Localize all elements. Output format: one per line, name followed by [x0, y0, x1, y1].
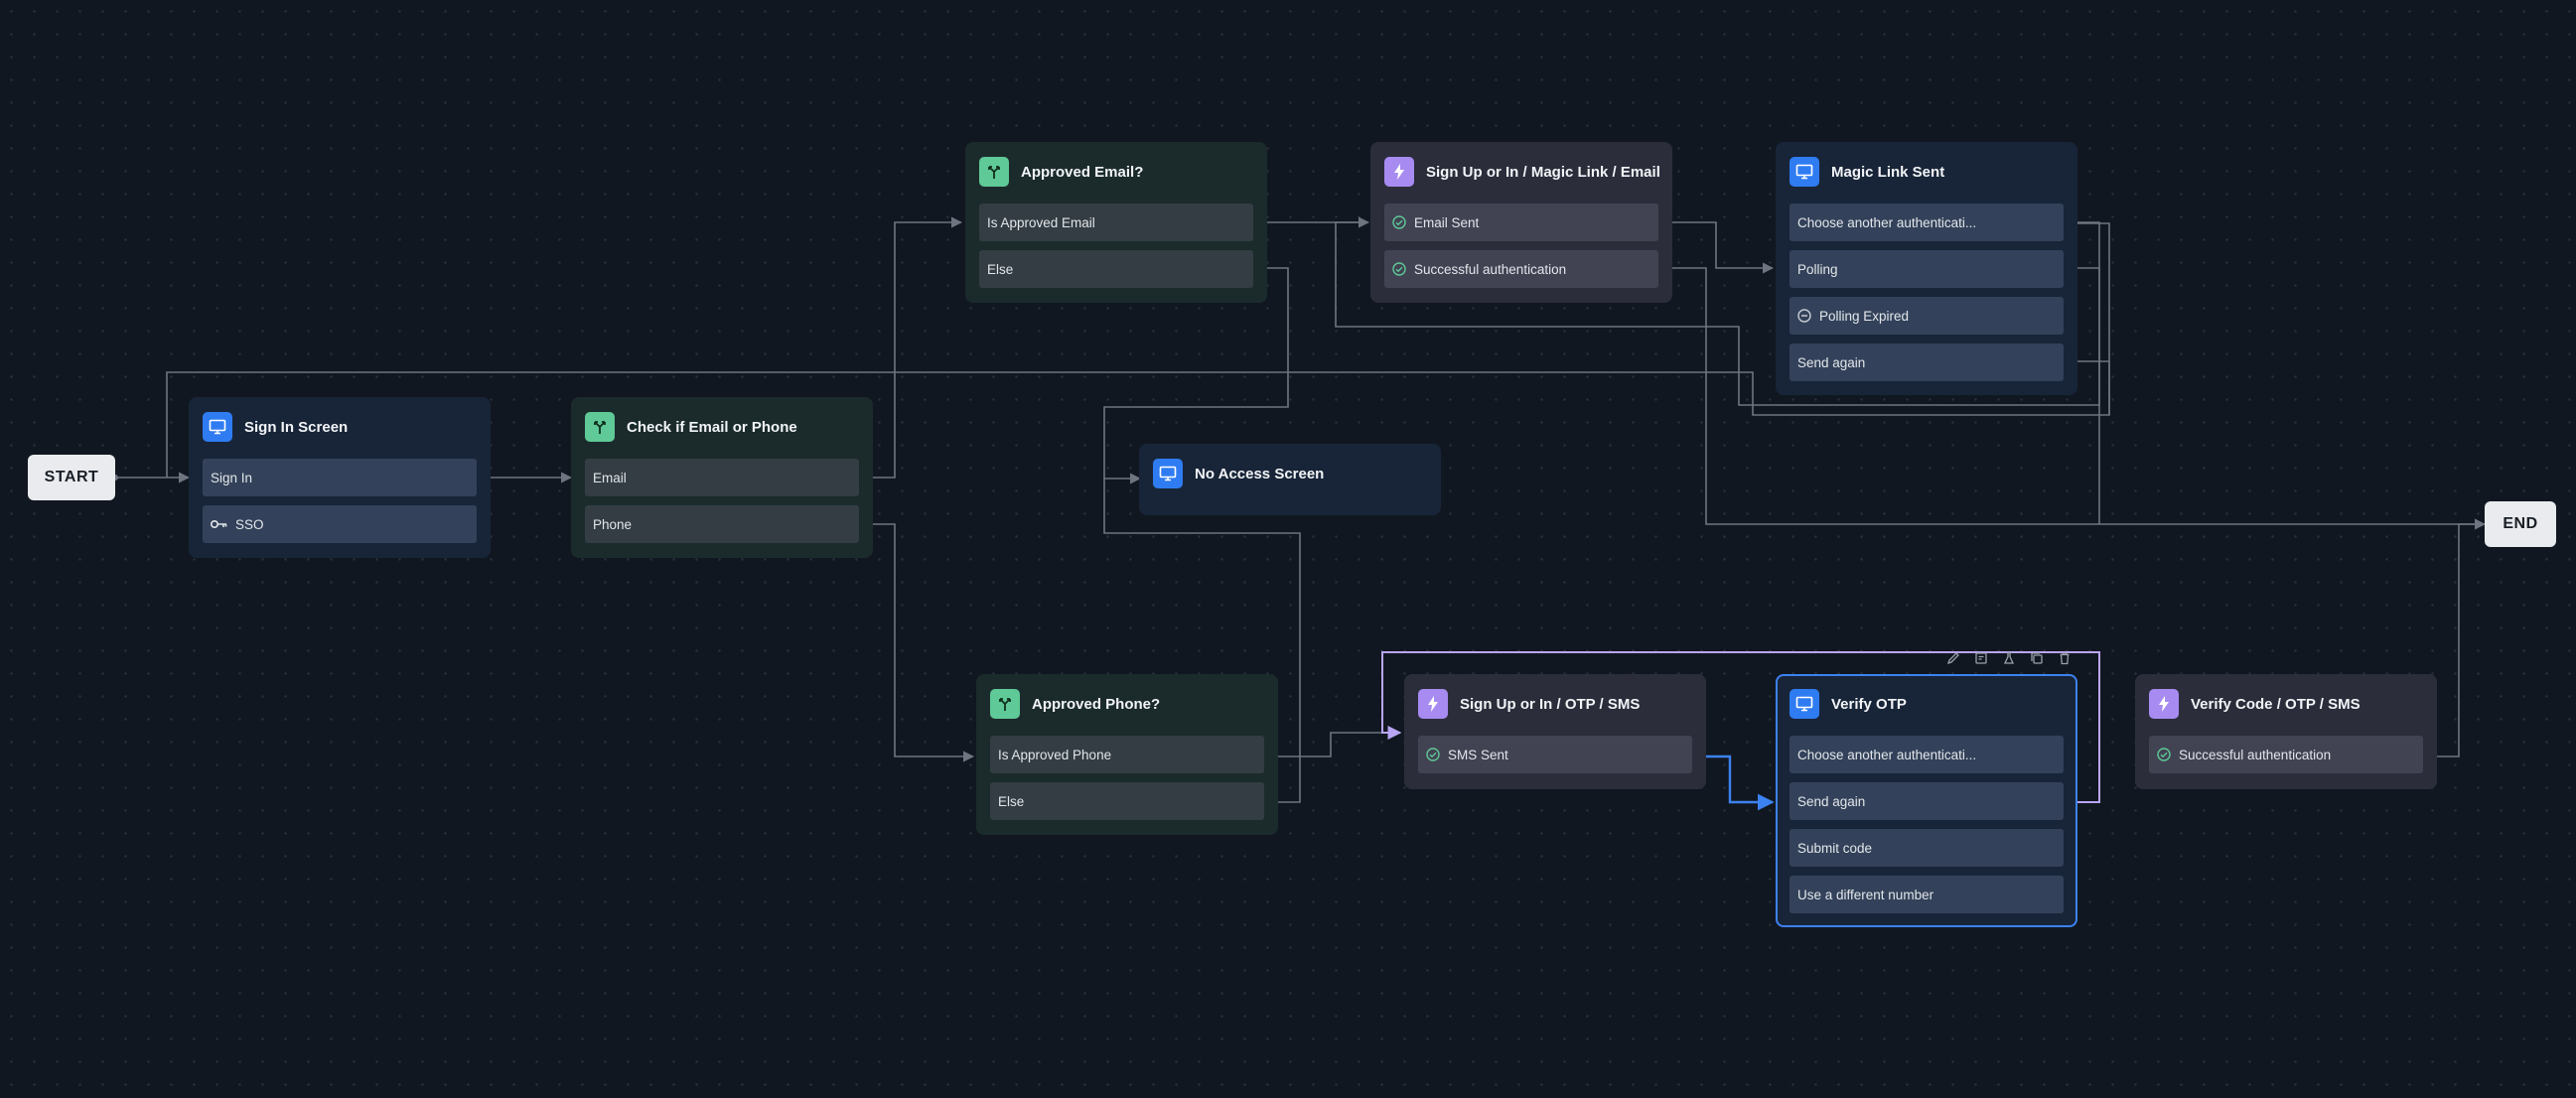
start-node[interactable]: START: [28, 455, 115, 500]
row-label: Else: [998, 793, 1025, 809]
output-sso[interactable]: SSO: [203, 505, 477, 543]
approved-email-node[interactable]: Approved Email? Is Approved Email Else: [965, 142, 1267, 303]
row-label: Successful authentication: [1414, 261, 1567, 277]
minus-circle-icon: [1797, 309, 1811, 323]
note-icon[interactable]: [1972, 649, 1990, 667]
node-title: Check if Email or Phone: [627, 418, 797, 436]
row-label: Email Sent: [1414, 214, 1480, 230]
row-label: Else: [987, 261, 1014, 277]
edge-email-approved: [859, 216, 963, 479]
node-title: Approved Email?: [1021, 163, 1144, 181]
screen-icon: [1789, 157, 1819, 187]
screen-icon: [1153, 459, 1183, 488]
magic-link-flow-node[interactable]: Sign Up or In / Magic Link / Email Email…: [1370, 142, 1672, 303]
check-circle-icon: [1426, 748, 1440, 761]
row-label: Send again: [1797, 793, 1866, 809]
output-polling-expired[interactable]: Polling Expired: [1789, 297, 2064, 335]
trash-icon[interactable]: [2056, 649, 2074, 667]
pencil-icon[interactable]: [1944, 649, 1962, 667]
edge-emailsent-magic: [1658, 221, 1775, 274]
verify-otp-node[interactable]: Verify OTP Choose another authenticati..…: [1776, 674, 2077, 927]
otp-sms-flow-node[interactable]: Sign Up or In / OTP / SMS SMS Sent: [1404, 674, 1706, 789]
row-label: Choose another authenticati...: [1797, 214, 1977, 230]
verify-code-flow-node[interactable]: Verify Code / OTP / SMS Successful authe…: [2135, 674, 2437, 789]
output-phone[interactable]: Phone: [585, 505, 859, 543]
row-label: Phone: [593, 516, 633, 532]
output-send-again[interactable]: Send again: [1789, 782, 2064, 820]
row-label: Submit code: [1797, 840, 1873, 856]
lightning-icon: [2149, 689, 2179, 719]
key-icon: [211, 519, 227, 529]
output-polling[interactable]: Polling: [1789, 250, 2064, 288]
magic-link-sent-node[interactable]: Magic Link Sent Choose another authentic…: [1776, 142, 2077, 395]
row-label: Sign In: [211, 470, 253, 485]
output-send-again[interactable]: Send again: [1789, 343, 2064, 381]
flask-icon[interactable]: [2000, 649, 2018, 667]
lightning-icon: [1384, 157, 1414, 187]
row-label: Send again: [1797, 354, 1866, 370]
output-sms-sent[interactable]: SMS Sent: [1418, 736, 1692, 773]
output-sign-in[interactable]: Sign In: [203, 459, 477, 496]
row-label: SSO: [235, 516, 264, 532]
row-label: Is Approved Email: [987, 214, 1095, 230]
row-label: Polling Expired: [1819, 308, 1910, 324]
approved-phone-node[interactable]: Approved Phone? Is Approved Phone Else: [976, 674, 1278, 835]
row-label: Successful authentication: [2179, 747, 2332, 762]
node-title: Sign Up or In / OTP / SMS: [1460, 695, 1641, 713]
node-title: Magic Link Sent: [1831, 163, 1945, 181]
output-choose-another-auth[interactable]: Choose another authenticati...: [1789, 736, 2064, 773]
check-circle-icon: [2157, 748, 2171, 761]
row-label: SMS Sent: [1448, 747, 1508, 762]
row-label: Is Approved Phone: [998, 747, 1112, 762]
node-title: Verify Code / OTP / SMS: [2191, 695, 2361, 713]
sign-in-screen-node[interactable]: Sign In Screen Sign In SSO: [189, 397, 491, 558]
row-label: Email: [593, 470, 627, 485]
node-title: Sign In Screen: [244, 418, 349, 436]
node-title: No Access Screen: [1195, 465, 1325, 482]
node-title: Approved Phone?: [1032, 695, 1161, 713]
node-title: Verify OTP: [1831, 695, 1907, 713]
output-is-approved-phone[interactable]: Is Approved Phone: [990, 736, 1264, 773]
row-label: Choose another authenticati...: [1797, 747, 1977, 762]
edge-approved-phone-flow: [1263, 727, 1402, 757]
output-else[interactable]: Else: [990, 782, 1264, 820]
output-successful-authentication[interactable]: Successful authentication: [2149, 736, 2423, 773]
node-toolbar: [1944, 649, 2074, 667]
row-label: Use a different number: [1797, 887, 1934, 902]
no-access-screen-node[interactable]: No Access Screen: [1139, 444, 1441, 515]
output-is-approved-email[interactable]: Is Approved Email: [979, 204, 1253, 241]
output-email-sent[interactable]: Email Sent: [1384, 204, 1658, 241]
output-submit-code[interactable]: Submit code: [1789, 829, 2064, 867]
output-email[interactable]: Email: [585, 459, 859, 496]
copy-icon[interactable]: [2028, 649, 2046, 667]
output-else[interactable]: Else: [979, 250, 1253, 288]
screen-icon: [1789, 689, 1819, 719]
screen-icon: [203, 412, 232, 442]
edge-phone-approved: [859, 523, 975, 762]
output-choose-another-auth[interactable]: Choose another authenticati...: [1789, 204, 2064, 241]
row-label: Polling: [1797, 261, 1838, 277]
branch-icon: [585, 412, 615, 442]
branch-icon: [979, 157, 1009, 187]
output-successful-authentication[interactable]: Successful authentication: [1384, 250, 1658, 288]
check-circle-icon: [1392, 215, 1406, 229]
lightning-icon: [1418, 689, 1448, 719]
output-use-different-number[interactable]: Use a different number: [1789, 876, 2064, 913]
node-title: Sign Up or In / Magic Link / Email: [1426, 163, 1660, 181]
check-email-phone-node[interactable]: Check if Email or Phone Email Phone: [571, 397, 873, 558]
check-circle-icon: [1392, 262, 1406, 276]
end-node[interactable]: END: [2485, 501, 2556, 547]
branch-icon: [990, 689, 1020, 719]
